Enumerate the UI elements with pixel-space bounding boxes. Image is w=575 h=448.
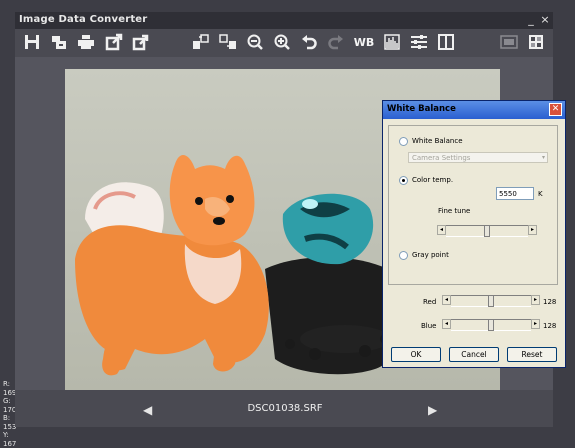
save-icon[interactable] xyxy=(23,33,41,51)
left-panel: R: 169 G: 170 B: 153 Y: 167 xyxy=(0,57,16,448)
blue-left-arrow[interactable]: ◂ xyxy=(442,319,451,329)
white-balance-icon[interactable]: WB xyxy=(353,33,375,51)
redo-icon[interactable] xyxy=(327,33,345,51)
print-icon[interactable] xyxy=(77,33,95,51)
red-slider[interactable] xyxy=(451,295,531,307)
dialog-title-bar[interactable]: White Balance ✕ xyxy=(383,101,565,119)
red-left-arrow[interactable]: ◂ xyxy=(442,295,451,305)
blue-slider[interactable] xyxy=(451,319,531,331)
histogram-icon[interactable] xyxy=(383,33,401,51)
display-icon[interactable] xyxy=(500,33,518,51)
batch-icon[interactable] xyxy=(132,33,150,51)
blue-label: Blue xyxy=(421,322,437,330)
compare-icon[interactable] xyxy=(192,33,210,51)
fine-tune-left-arrow[interactable]: ◂ xyxy=(437,225,446,235)
ok-button[interactable]: OK xyxy=(391,347,441,362)
close-button[interactable]: × xyxy=(539,13,551,26)
undo-icon[interactable] xyxy=(300,33,318,51)
toolbar: WB xyxy=(15,29,553,57)
zoom-out-icon[interactable] xyxy=(246,33,264,51)
pixel-y: Y: 167 xyxy=(3,431,17,448)
blue-right-arrow[interactable]: ▸ xyxy=(531,319,540,329)
fine-tune-right-arrow[interactable]: ▸ xyxy=(528,225,537,235)
preset-select-value: Camera Settings xyxy=(412,154,471,162)
dialog-title: White Balance xyxy=(387,104,456,114)
color-temp-label: Color temp. xyxy=(412,176,454,184)
red-label: Red xyxy=(423,298,437,306)
app-window: R: 169 G: 170 B: 153 Y: 167 Image Data C… xyxy=(0,0,575,448)
gray-point-label: Gray point xyxy=(412,251,449,259)
zoom-in-icon[interactable] xyxy=(273,33,291,51)
color-temp-unit: K xyxy=(538,190,543,198)
red-right-arrow[interactable]: ▸ xyxy=(531,295,540,305)
minimize-button[interactable]: _ xyxy=(525,13,537,26)
fine-tune-label: Fine tune xyxy=(438,207,471,215)
wb-options-group xyxy=(388,125,558,285)
dialog-close-button[interactable]: ✕ xyxy=(549,103,562,116)
frame-top xyxy=(15,57,553,69)
prev-image-button[interactable]: ◀ xyxy=(143,403,152,417)
red-thumb[interactable] xyxy=(488,295,494,307)
white-balance-radio[interactable] xyxy=(399,137,408,146)
title-bar: Image Data Converter _ × xyxy=(15,12,553,29)
color-temp-radio[interactable] xyxy=(399,176,408,185)
next-image-button[interactable]: ▶ xyxy=(428,403,437,417)
split-view-icon[interactable] xyxy=(437,33,455,51)
chevron-down-icon: ▾ xyxy=(541,154,545,161)
cancel-button[interactable]: Cancel xyxy=(449,347,499,362)
blue-thumb[interactable] xyxy=(488,319,494,331)
app-title: Image Data Converter xyxy=(19,14,148,25)
grid-icon[interactable] xyxy=(527,33,545,51)
compare-2-icon[interactable] xyxy=(219,33,237,51)
white-balance-dialog: White Balance ✕ White Balance Camera Set… xyxy=(382,100,566,368)
fine-tune-slider[interactable] xyxy=(446,225,528,237)
color-temp-input[interactable]: 5550 xyxy=(496,187,534,200)
preset-select[interactable]: Camera Settings ▾ xyxy=(408,152,548,163)
frame-left xyxy=(15,57,65,397)
white-balance-label: White Balance xyxy=(412,137,463,145)
red-value: 128 xyxy=(543,298,557,306)
fine-tune-thumb[interactable] xyxy=(484,225,490,237)
file-name: DSC01038.SRF xyxy=(247,403,323,414)
blue-value: 128 xyxy=(543,322,557,330)
gray-point-radio[interactable] xyxy=(399,251,408,260)
export-icon[interactable] xyxy=(105,33,123,51)
open-icon[interactable] xyxy=(50,33,68,51)
reset-button[interactable]: Reset xyxy=(507,347,557,362)
levels-icon[interactable] xyxy=(410,33,428,51)
